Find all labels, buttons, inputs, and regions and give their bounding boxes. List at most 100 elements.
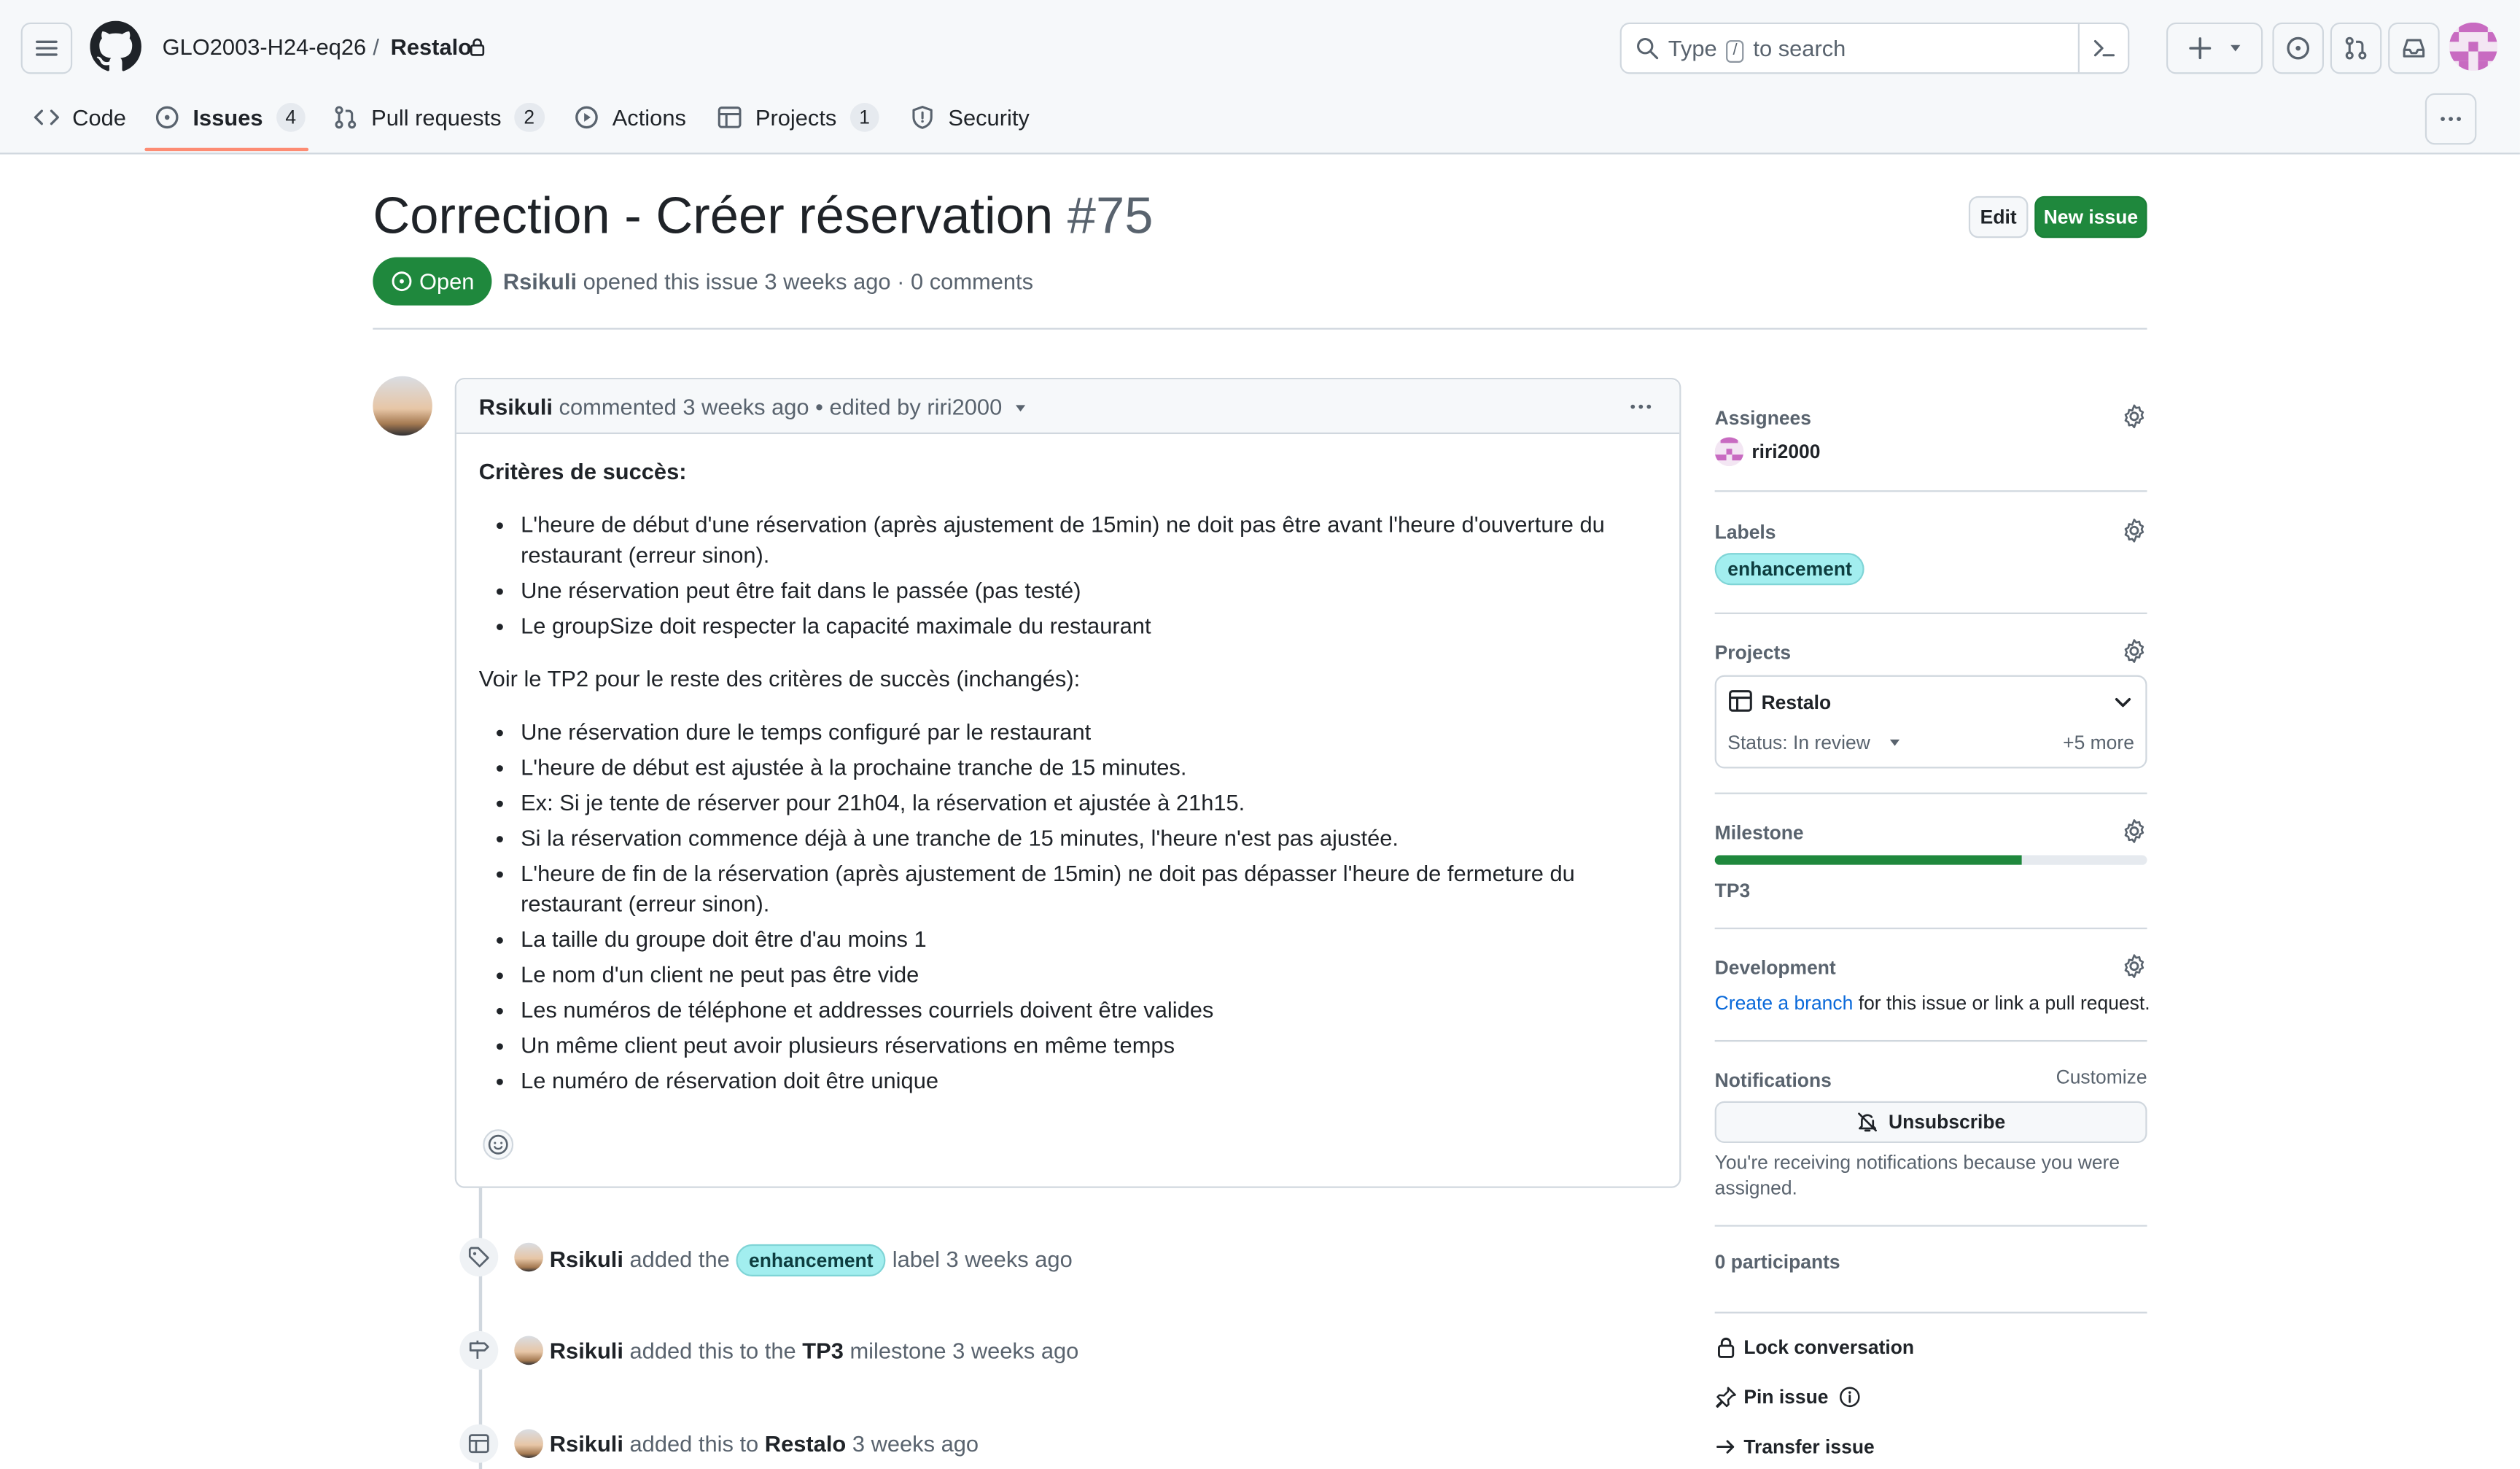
unsubscribe-button[interactable]: Unsubscribe (1714, 1101, 2147, 1144)
list-item: La taille du groupe doit être d'au moins… (521, 924, 1660, 955)
event-actor[interactable]: Rsikuli (550, 1431, 623, 1457)
chevron-down-icon[interactable] (2113, 693, 2132, 712)
issue-meta: Rsikuli opened this issue 3 weeks ago · … (503, 268, 1033, 294)
tab-pull-requests[interactable]: Pull requests 2 (332, 100, 545, 135)
search-icon (1637, 38, 1659, 60)
enhancement-label[interactable]: enhancement (736, 1244, 887, 1276)
inbox-button[interactable] (2388, 22, 2440, 74)
pin-icon (1716, 1387, 1736, 1408)
transfer-issue-button[interactable]: Transfer issue (1715, 1435, 1875, 1458)
comment-author[interactable]: Rsikuli (479, 394, 553, 419)
list-item: Le numéro de réservation doit être uniqu… (521, 1066, 1660, 1096)
event-milestone-link[interactable]: TP3 (802, 1338, 844, 1363)
breadcrumb-separator: / (373, 34, 379, 60)
milestone-name[interactable]: TP3 (1715, 880, 1751, 902)
customize-link[interactable]: Customize (2056, 1066, 2147, 1088)
event-project-link[interactable]: Restalo (765, 1431, 846, 1457)
actor-avatar[interactable] (514, 1336, 543, 1365)
list-item: L'heure de début d'une réservation (aprè… (521, 510, 1660, 571)
pin-issue-button[interactable]: Pin issue (1715, 1386, 1861, 1408)
gear-icon[interactable] (2121, 518, 2147, 543)
tab-issues-label: Issues (192, 104, 263, 131)
pull-requests-shortcut-button[interactable] (2330, 22, 2382, 74)
issue-open-icon (392, 271, 412, 292)
tab-pull-requests-count: 2 (514, 103, 545, 132)
timeline-event-milestone: Rsikuli added this to the TP3 milestone … (550, 1338, 1079, 1363)
participants-count: 0 participants (1714, 1250, 1840, 1274)
sidebar-divider (1714, 927, 2147, 929)
tab-code[interactable]: Code (34, 100, 126, 135)
actor-avatar[interactable] (514, 1429, 543, 1459)
header-divider (373, 327, 2147, 330)
table-icon (718, 106, 742, 128)
project-more[interactable]: +5 more (2063, 732, 2134, 754)
plus-icon (2189, 37, 2212, 60)
tab-security[interactable]: Security (909, 100, 1030, 135)
gear-icon[interactable] (2121, 953, 2147, 979)
add-reaction-icon[interactable] (482, 1128, 514, 1160)
tab-actions[interactable]: Actions (574, 100, 686, 135)
hamburger-menu-button[interactable] (20, 22, 73, 74)
search-input[interactable]: Type / to search (1619, 22, 2130, 74)
comment-options-icon[interactable] (1628, 394, 1654, 419)
tab-projects[interactable]: Projects 1 (717, 100, 880, 135)
table-icon (1729, 690, 1752, 712)
event-actor[interactable]: Rsikuli (550, 1338, 623, 1363)
pull-request-icon (2345, 36, 2367, 60)
project-name[interactable]: Restalo (1762, 691, 1832, 714)
list-item: Un même client peut avoir plusieurs rése… (521, 1031, 1660, 1061)
tab-security-label: Security (948, 104, 1030, 131)
project-status[interactable]: Status: In review (1727, 732, 1901, 754)
assignee-item[interactable]: riri2000 (1714, 437, 1820, 467)
issue-number: #75 (1067, 186, 1154, 245)
issue-comment: Rsikuli commented 3 weeks ago • edited b… (454, 377, 1681, 1188)
development-heading: Development (1714, 956, 1836, 980)
tab-pull-requests-label: Pull requests (371, 104, 502, 131)
create-branch-link[interactable]: Create a branch (1715, 992, 1854, 1015)
issues-shortcut-button[interactable] (2272, 22, 2324, 74)
issue-author[interactable]: Rsikuli (503, 268, 577, 294)
notification-reason: You're receiving notifications because y… (1714, 1151, 2120, 1200)
sidebar-enhancement-label[interactable]: enhancement (1714, 553, 1865, 586)
event-text: added the (629, 1246, 730, 1272)
lock-conversation-button[interactable]: Lock conversation (1715, 1336, 1915, 1359)
github-logo[interactable] (90, 20, 141, 73)
tab-issues-count: 4 (276, 103, 306, 132)
event-text: added this to the (629, 1337, 796, 1363)
gear-icon[interactable] (2121, 403, 2147, 429)
projects-heading: Projects (1714, 641, 1792, 664)
more-tabs-button[interactable] (2424, 93, 2477, 145)
caret-down-icon[interactable] (1015, 402, 1028, 415)
breadcrumb-owner[interactable]: GLO2003-H24-eq26 (163, 34, 367, 59)
success-criteria-heading: Critères de succès: (478, 458, 687, 484)
sidebar-divider (1714, 1311, 2147, 1314)
tp2-paragraph: Voir le TP2 pour le reste des critères d… (478, 665, 1081, 691)
labels-heading: Labels (1714, 521, 1776, 543)
lock-conversation-label: Lock conversation (1743, 1336, 1915, 1359)
caret-down-icon (2231, 44, 2241, 52)
timeline-event-project: Rsikuli added this to Restalo 3 weeks ag… (550, 1431, 979, 1457)
issue-state-badge: Open (373, 257, 492, 306)
milestone-progress-bar (1714, 855, 2147, 865)
command-palette-button[interactable] (2077, 24, 2128, 73)
sidebar-divider (1714, 490, 2147, 492)
play-icon (575, 106, 598, 129)
inbox-icon (2403, 39, 2425, 58)
comment-author-avatar[interactable] (373, 376, 432, 436)
tab-issues[interactable]: Issues 4 (155, 100, 306, 135)
event-time: 3 weeks ago (852, 1430, 979, 1457)
list-item: Une réservation dure le temps configuré … (521, 717, 1660, 748)
event-text: added this to (629, 1430, 759, 1457)
actor-avatar[interactable] (514, 1242, 543, 1272)
new-issue-button[interactable]: New issue (2034, 195, 2147, 239)
lock-icon (1718, 1337, 1735, 1358)
info-icon[interactable] (1838, 1386, 1861, 1408)
gear-icon[interactable] (2121, 818, 2147, 844)
create-new-button[interactable] (2166, 22, 2263, 74)
gear-icon[interactable] (2121, 638, 2147, 664)
edit-button[interactable]: Edit (1968, 195, 2029, 239)
timeline-badge (459, 1424, 499, 1463)
event-actor[interactable]: Rsikuli (550, 1246, 623, 1271)
breadcrumb-repo[interactable]: Restalo (391, 34, 472, 59)
user-avatar[interactable] (2449, 22, 2498, 71)
